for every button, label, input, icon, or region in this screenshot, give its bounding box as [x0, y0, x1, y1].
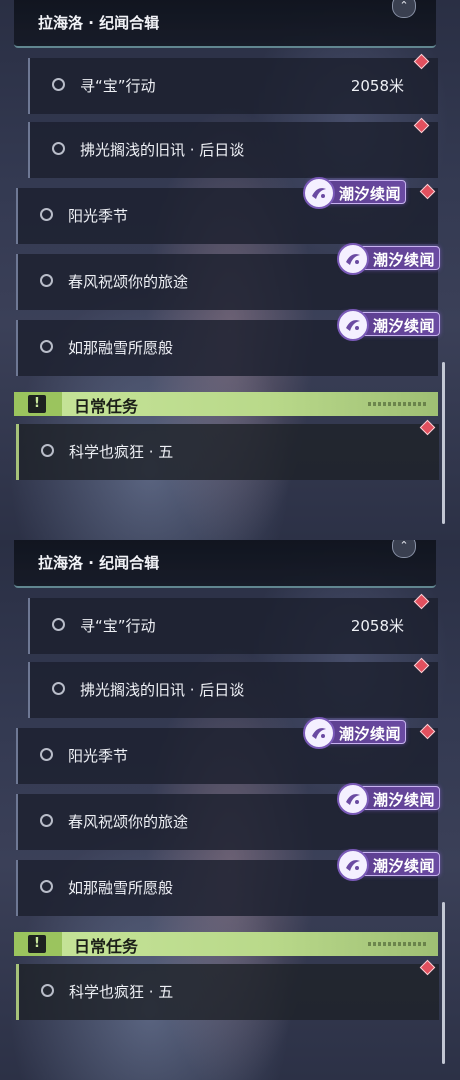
badge-text: 潮汐续闻	[373, 317, 436, 335]
badge-text: 潮汐续闻	[339, 725, 402, 743]
quest-label: 寻“宝”行动	[80, 77, 156, 95]
quest-label: 拂光搁浅的旧讯 · 后日谈	[80, 141, 245, 159]
radio-icon[interactable]	[40, 814, 53, 827]
quest-group-title: 拉海洛 · 纪闻合辑	[38, 14, 160, 32]
daily-quest-item-science[interactable]: 科学也疯狂 · 五	[16, 964, 439, 1020]
badge-text: 潮汐续闻	[373, 251, 436, 269]
quest-label: 如那融雪所愿般	[68, 879, 174, 897]
quest-label: 春风祝颂你的旅途	[68, 273, 189, 291]
radio-icon[interactable]	[40, 274, 53, 287]
tide-sequel-icon	[337, 243, 369, 275]
quest-label: 科学也疯狂 · 五	[69, 443, 174, 461]
quest-label: 科学也疯狂 · 五	[69, 983, 174, 1001]
radio-icon[interactable]	[52, 142, 65, 155]
tide-sequel-badge: 潮汐续闻	[303, 717, 406, 749]
exclamation-icon: !	[28, 395, 46, 413]
daily-quests-section-header[interactable]: ! 日常任务	[14, 392, 438, 416]
quest-label: 阳光季节	[68, 207, 129, 225]
quest-label: 春风祝颂你的旅途	[68, 813, 189, 831]
radio-icon[interactable]	[52, 618, 65, 631]
badge-text: 潮汐续闻	[373, 791, 436, 809]
scrollbar[interactable]	[442, 362, 445, 524]
quest-item-old-news[interactable]: 拂光搁浅的旧讯 · 后日谈	[28, 662, 438, 718]
radio-icon[interactable]	[41, 444, 54, 457]
tide-sequel-badge: 潮汐续闻	[337, 309, 440, 341]
tide-sequel-badge: 潮汐续闻	[303, 177, 406, 209]
section-decoration	[368, 402, 428, 406]
quest-distance: 2058米	[350, 77, 404, 95]
quest-label: 如那融雪所愿般	[68, 339, 174, 357]
radio-icon[interactable]	[52, 682, 65, 695]
radio-icon[interactable]	[40, 880, 53, 893]
quest-item-treasure[interactable]: 寻“宝”行动 2058米	[28, 58, 438, 114]
section-title: 日常任务	[74, 397, 139, 416]
daily-quest-item-science[interactable]: 科学也疯狂 · 五	[16, 424, 439, 480]
tide-sequel-icon	[337, 783, 369, 815]
radio-icon[interactable]	[40, 748, 53, 761]
tide-sequel-badge: 潮汐续闻	[337, 849, 440, 881]
section-decoration	[368, 942, 428, 946]
tide-sequel-icon	[303, 177, 335, 209]
tide-sequel-icon	[337, 849, 369, 881]
exclamation-icon: !	[28, 935, 46, 953]
radio-icon[interactable]	[40, 340, 53, 353]
quest-panel-bottom: 拉海洛 · 纪闻合辑 ⌃ 寻“宝”行动 2058米 拂光搁浅的旧讯 · 后日谈 …	[0, 540, 460, 1080]
collapse-icon[interactable]: ⌃	[392, 0, 416, 18]
quest-group-title: 拉海洛 · 纪闻合辑	[38, 554, 160, 572]
quest-item-treasure[interactable]: 寻“宝”行动 2058米	[28, 598, 438, 654]
radio-icon[interactable]	[41, 984, 54, 997]
quest-item-old-news[interactable]: 拂光搁浅的旧讯 · 后日谈	[28, 122, 438, 178]
radio-icon[interactable]	[40, 208, 53, 221]
scrollbar[interactable]	[442, 902, 445, 1064]
quest-label: 寻“宝”行动	[80, 617, 156, 635]
quest-label: 阳光季节	[68, 747, 129, 765]
quest-group-header[interactable]: 拉海洛 · 纪闻合辑 ⌃	[14, 540, 436, 588]
tide-sequel-icon	[303, 717, 335, 749]
daily-quests-section-header[interactable]: ! 日常任务	[14, 932, 438, 956]
quest-distance: 2058米	[350, 617, 404, 635]
tide-sequel-badge: 潮汐续闻	[337, 243, 440, 275]
quest-label: 拂光搁浅的旧讯 · 后日谈	[80, 681, 245, 699]
tide-sequel-icon	[337, 309, 369, 341]
tide-sequel-badge: 潮汐续闻	[337, 783, 440, 815]
badge-text: 潮汐续闻	[373, 857, 436, 875]
quest-group-header[interactable]: 拉海洛 · 纪闻合辑 ⌃	[14, 0, 436, 48]
collapse-icon[interactable]: ⌃	[392, 540, 416, 558]
radio-icon[interactable]	[52, 78, 65, 91]
quest-panel-top: 拉海洛 · 纪闻合辑 ⌃ 寻“宝”行动 2058米 拂光搁浅的旧讯 · 后日谈 …	[0, 0, 460, 540]
section-title: 日常任务	[74, 937, 139, 956]
badge-text: 潮汐续闻	[339, 185, 402, 203]
